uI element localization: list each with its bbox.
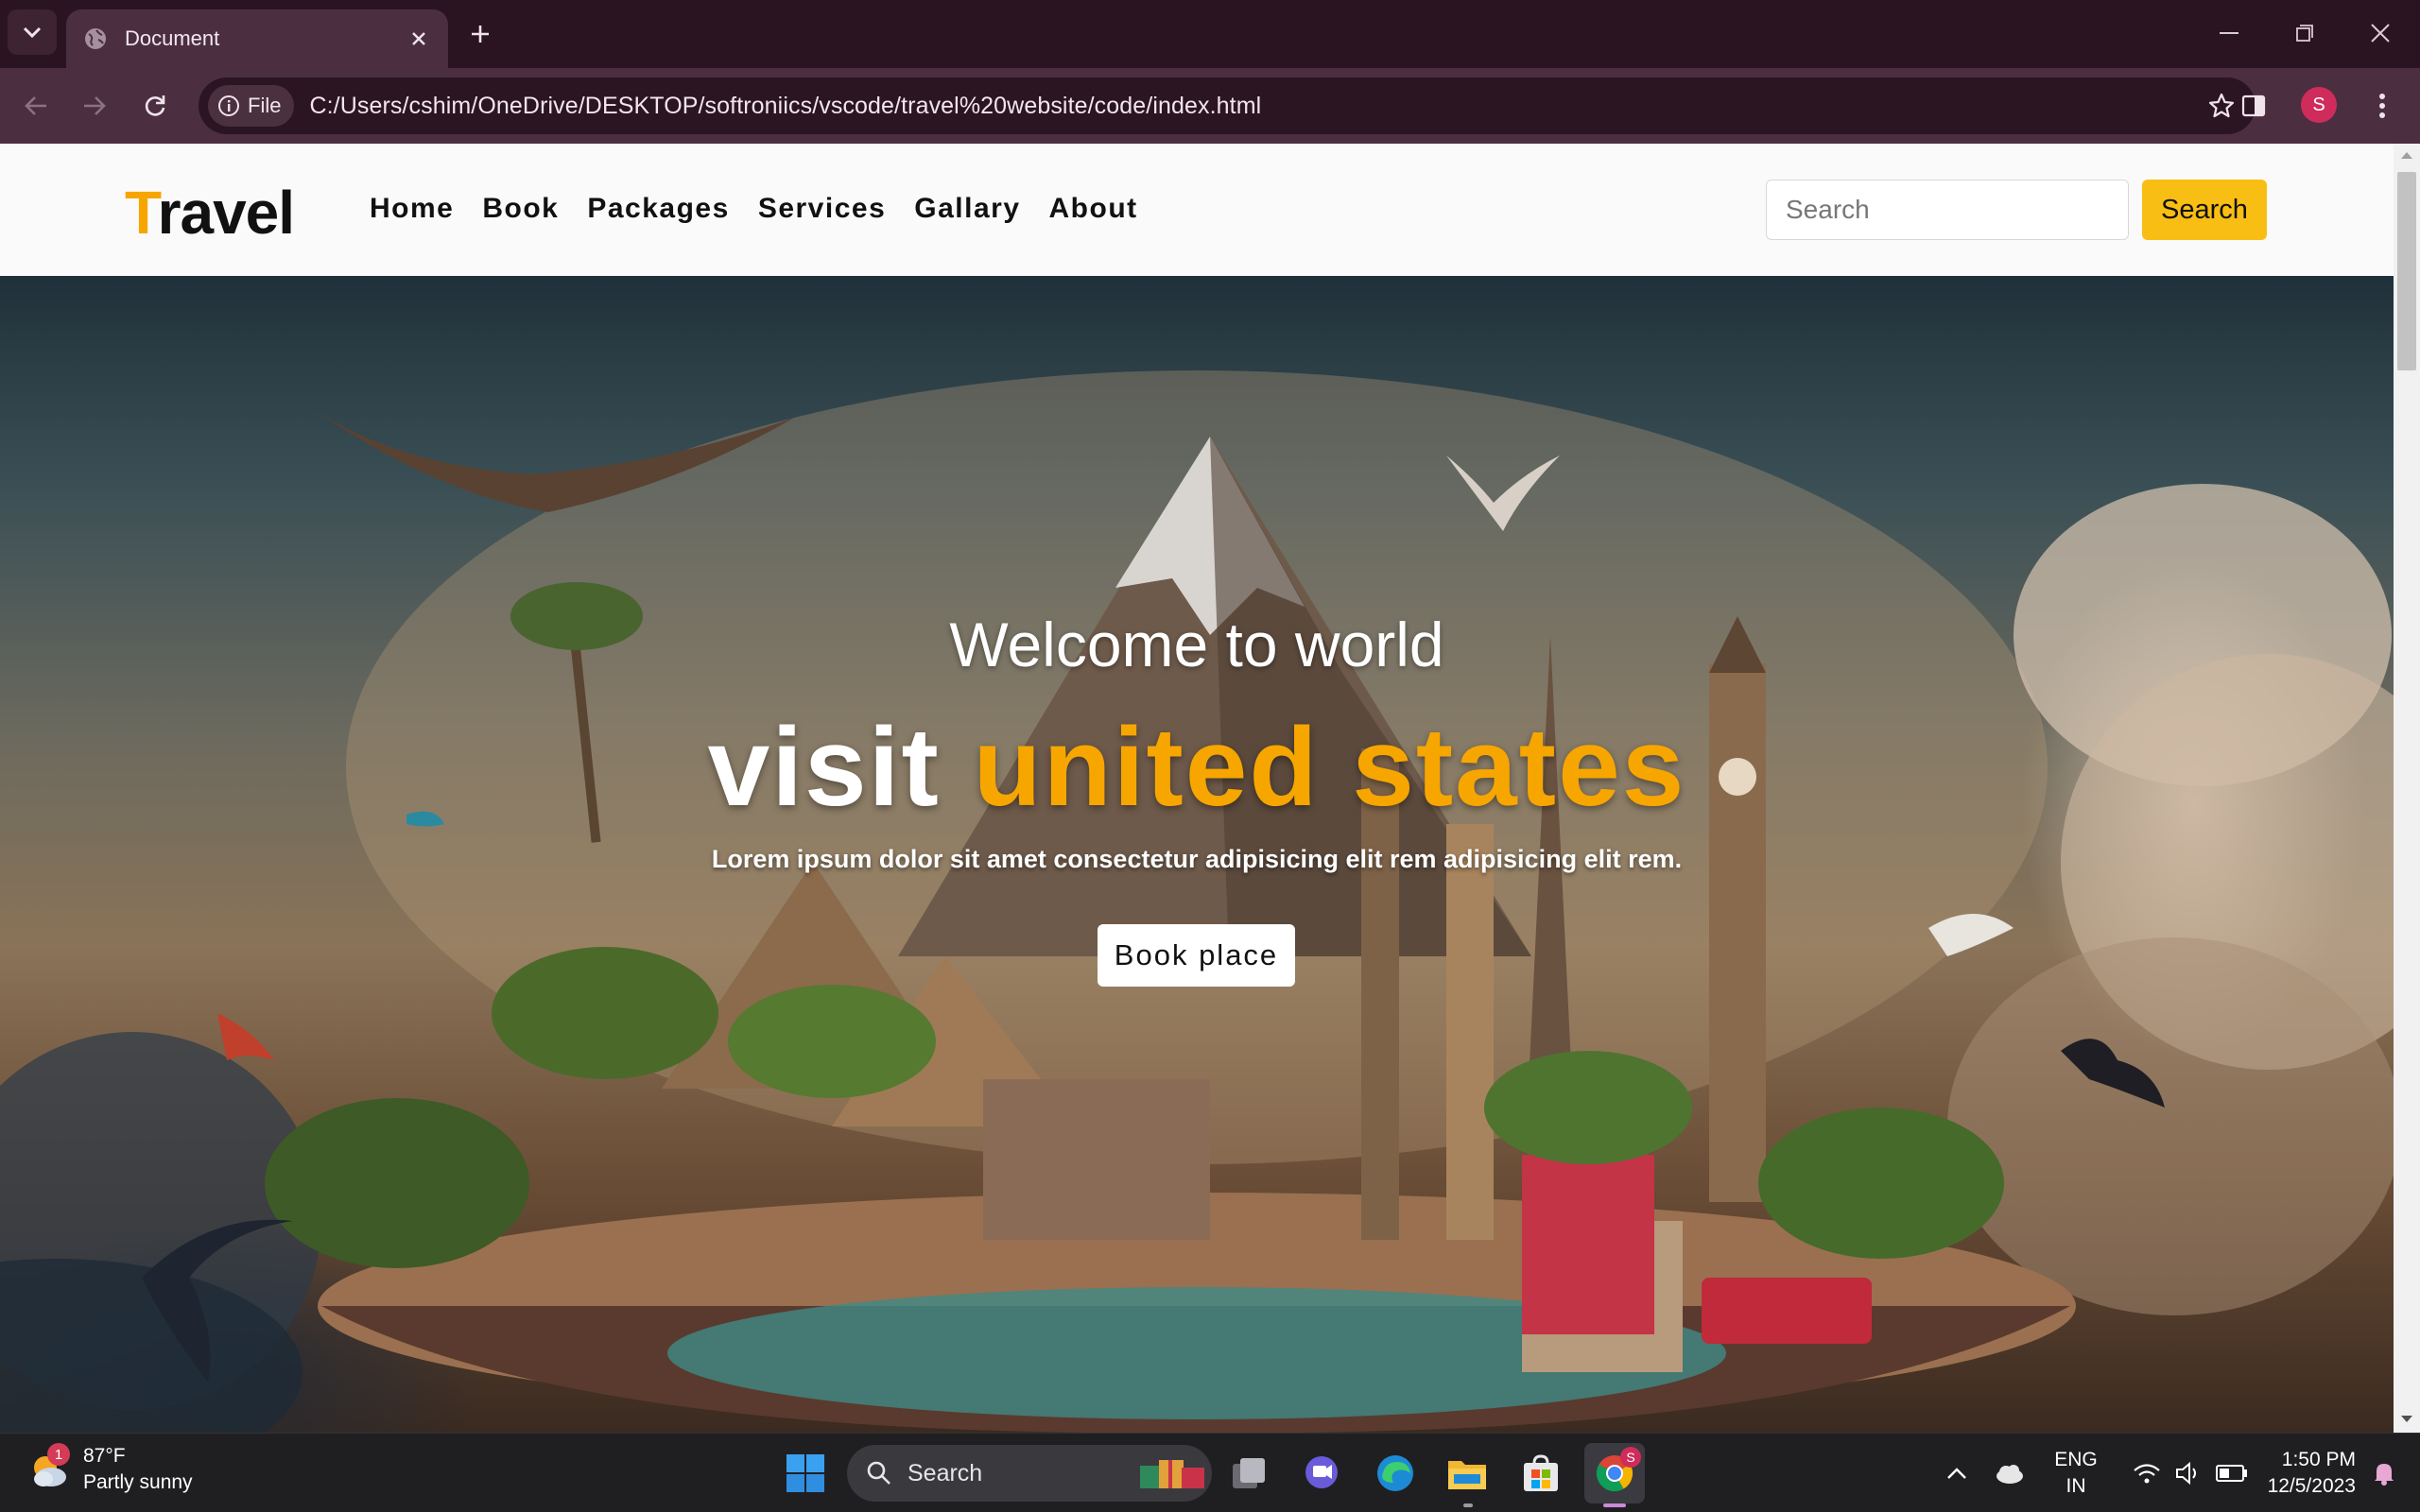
clock-time: 1:50 PM: [2281, 1449, 2356, 1470]
url-text[interactable]: C:/Users/cshim/OneDrive/DESKTOP/softroni…: [309, 93, 2195, 120]
plus-icon: [472, 26, 489, 43]
chat-icon: [1305, 1456, 1338, 1488]
store-icon: [1524, 1454, 1558, 1491]
close-tab-icon[interactable]: [405, 25, 433, 53]
tab-title: Document: [125, 26, 220, 50]
globe-icon: [81, 25, 110, 53]
back-button[interactable]: [13, 83, 59, 129]
hero-welcome-text: Welcome to world: [949, 610, 1444, 679]
gifts-icon: [1140, 1460, 1204, 1488]
site-search-button[interactable]: Search: [2142, 180, 2267, 240]
hero-content: Welcome to world visit united states Lor…: [0, 276, 2394, 1433]
bell-icon: [2375, 1464, 2394, 1486]
taskbar-search-label: Search: [908, 1459, 983, 1486]
windows-logo-icon: [786, 1454, 824, 1492]
battery-icon: [2216, 1465, 2247, 1482]
side-panel-icon: [2241, 94, 2266, 117]
close-icon: [2371, 24, 2390, 43]
scroll-up-icon[interactable]: [2401, 149, 2412, 161]
chevron-down-icon: [23, 26, 42, 39]
weather-notification-badge: 1: [47, 1443, 70, 1466]
address-bar[interactable]: File C:/Users/cshim/OneDrive/DESKTOP/sof…: [199, 77, 2256, 134]
chrome-active-indicator: [1603, 1503, 1626, 1507]
clock-date: 12/5/2023: [2267, 1475, 2356, 1497]
hero-title-white: visit: [707, 705, 974, 830]
nav-home[interactable]: Home: [370, 189, 454, 229]
arrow-right-icon: [84, 96, 106, 115]
partly-sunny-icon: 1: [26, 1443, 72, 1492]
task-view-icon: [1233, 1458, 1265, 1488]
chrome-profile-badge: S: [1620, 1447, 1641, 1468]
page-scrollbar[interactable]: [2394, 144, 2420, 1433]
arrow-left-icon: [25, 96, 46, 115]
microsoft-store-button[interactable]: [1511, 1443, 1571, 1503]
site-info-chip[interactable]: File: [208, 85, 295, 127]
info-icon: [218, 95, 239, 116]
chrome-button[interactable]: S: [1584, 1443, 1645, 1503]
more-vertical-icon: [2379, 94, 2385, 118]
explorer-running-indicator: [1463, 1503, 1473, 1507]
minimize-icon: [2220, 32, 2238, 34]
profile-avatar[interactable]: S: [2301, 87, 2337, 123]
chevron-up-icon: [1947, 1468, 1966, 1479]
nav-packages[interactable]: Packages: [587, 189, 729, 229]
book-place-button[interactable]: Book place: [1098, 924, 1295, 987]
notifications-button[interactable]: [2361, 1443, 2407, 1503]
clock[interactable]: 1:50 PM 12/5/2023: [2246, 1447, 2356, 1500]
weather-temperature: 87°F: [83, 1445, 126, 1467]
logo-text: ravel: [157, 179, 295, 247]
tab-search-button[interactable]: [8, 9, 57, 55]
browser-toolbar: File C:/Users/cshim/OneDrive/DESKTOP/sof…: [0, 68, 2420, 144]
minimize-button[interactable]: [2191, 0, 2267, 66]
hero-title-highlight: united states: [973, 705, 1686, 830]
reload-icon: [145, 95, 165, 116]
main-nav: Home Book Packages Services Gallary Abou…: [370, 189, 1167, 229]
scrollbar-thumb[interactable]: [2397, 172, 2416, 370]
cloud-icon: [1996, 1465, 2023, 1484]
reload-button[interactable]: [132, 83, 178, 129]
site-search-input[interactable]: [1766, 180, 2129, 240]
show-hidden-icons-button[interactable]: [1928, 1443, 1985, 1503]
nav-about[interactable]: About: [1049, 189, 1138, 229]
task-view-button[interactable]: [1219, 1443, 1280, 1503]
scroll-down-icon[interactable]: [2401, 1414, 2412, 1425]
logo-accent-letter: T: [125, 179, 159, 247]
language-code: ENG: [2054, 1449, 2098, 1470]
restore-button[interactable]: [2267, 0, 2342, 66]
region-code: IN: [2066, 1475, 2086, 1497]
site-header: Travel Home Book Packages Services Galla…: [0, 144, 2394, 276]
weather-widget[interactable]: 1 87°F Partly sunny: [26, 1443, 193, 1494]
new-tab-button[interactable]: [458, 13, 503, 55]
forward-button[interactable]: [72, 83, 117, 129]
wifi-icon: [2134, 1464, 2160, 1484]
close-window-button[interactable]: [2342, 0, 2418, 66]
file-explorer-button[interactable]: [1437, 1443, 1497, 1503]
nav-gallary[interactable]: Gallary: [914, 189, 1020, 229]
windows-taskbar: 1 87°F Partly sunny Search S ENG IN 1:50…: [0, 1433, 2420, 1512]
taskbar-search[interactable]: Search: [847, 1445, 1212, 1502]
side-panel-button[interactable]: [2231, 83, 2276, 129]
start-button[interactable]: [775, 1443, 836, 1503]
site-logo[interactable]: Travel: [125, 178, 295, 248]
edge-button[interactable]: [1365, 1443, 1426, 1503]
onedrive-tray-button[interactable]: [1981, 1443, 2038, 1503]
hero-section: Welcome to world visit united states Lor…: [0, 276, 2394, 1433]
nav-services[interactable]: Services: [758, 189, 886, 229]
weather-description: Partly sunny: [83, 1471, 193, 1493]
search-icon: [867, 1461, 890, 1485]
folder-icon: [1448, 1461, 1486, 1489]
browser-menu-button[interactable]: [2360, 83, 2405, 129]
page-viewport: Travel Home Book Packages Services Galla…: [0, 144, 2420, 1433]
language-indicator[interactable]: ENG IN: [2051, 1447, 2100, 1500]
hero-title: visit united states: [0, 703, 2394, 832]
volume-icon: [2176, 1461, 2196, 1486]
teams-chat-button[interactable]: [1291, 1443, 1352, 1503]
browser-tab-strip: Document: [0, 0, 2420, 68]
edge-icon: [1377, 1455, 1413, 1491]
site-info-label: File: [248, 94, 282, 117]
nav-book[interactable]: Book: [482, 189, 559, 229]
browser-tab[interactable]: Document: [66, 9, 448, 68]
restore-icon: [2296, 25, 2313, 42]
hero-subtitle: Lorem ipsum dolor sit amet consectetur a…: [711, 845, 1683, 873]
